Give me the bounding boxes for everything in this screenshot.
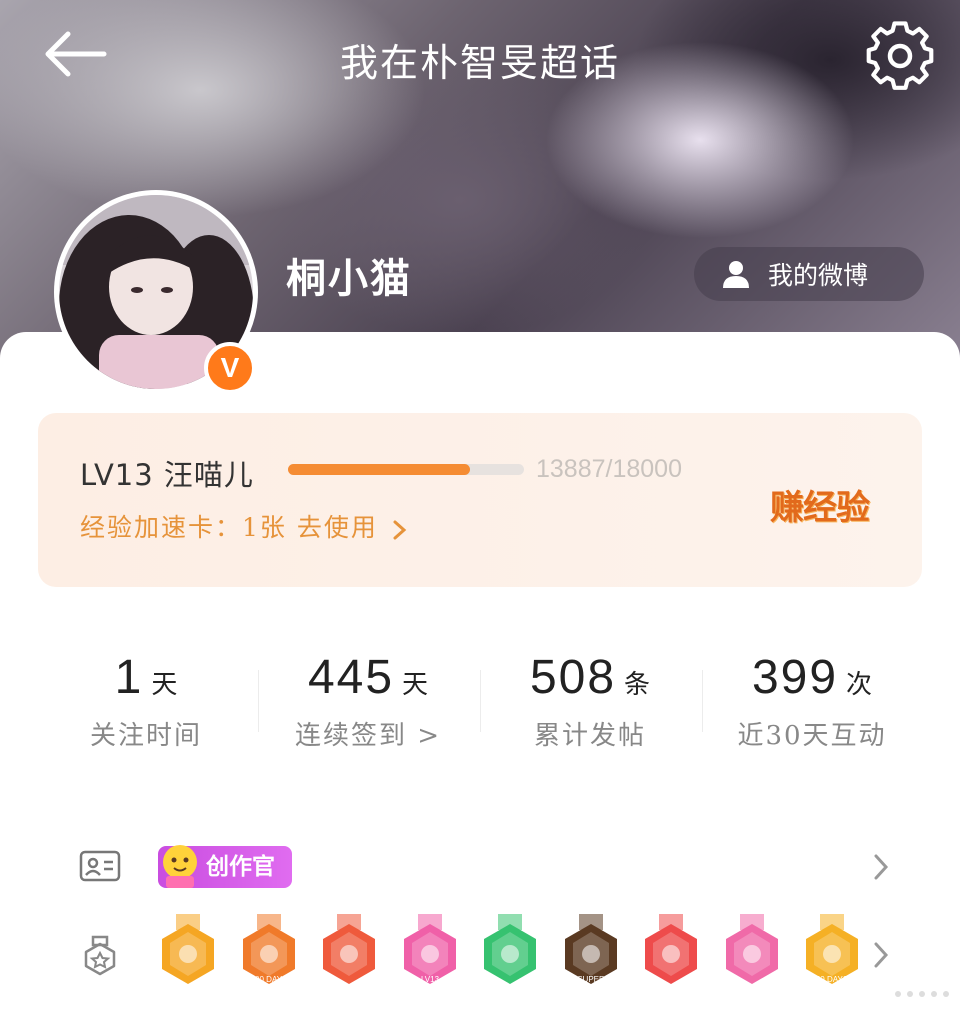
level-progress-fill <box>288 464 470 475</box>
medal-label: LV13 <box>420 975 439 984</box>
medal-label: 30 DAYS <box>816 975 848 984</box>
grad-cap-medal[interactable] <box>720 912 784 998</box>
person-icon <box>723 261 749 288</box>
super-medal[interactable]: SUPER <box>559 912 623 998</box>
my-weibo-label: 我的微博 <box>768 261 869 290</box>
chevron-right-icon[interactable] <box>870 940 892 970</box>
top-bar: 我在朴智旻超话 <box>0 0 960 110</box>
verified-badge: V <box>204 342 256 394</box>
stat-unit: 次 <box>846 670 873 700</box>
earn-experience-button[interactable]: 赚经验 <box>770 480 870 529</box>
stat-checkin-streak[interactable]: 445 天 连续签到 > <box>258 650 478 752</box>
boost-card-link[interactable]: 经验加速卡：1张 去使用 <box>80 508 408 544</box>
stat-label: 关注时间 <box>89 721 202 751</box>
my-weibo-button[interactable]: 我的微博 <box>694 247 924 301</box>
stat-unit: 条 <box>624 670 651 700</box>
stat-value: 399 <box>751 651 839 704</box>
stat-value: 1 <box>114 651 144 704</box>
mascot-medal[interactable] <box>317 912 381 998</box>
100-days-medal[interactable]: 100 DAYS <box>237 912 301 998</box>
medal-label: SUPER <box>577 975 605 984</box>
chevron-right-icon <box>393 520 407 540</box>
stat-total-posts: 508 条 累计发帖 <box>480 650 700 752</box>
crown-medal[interactable] <box>156 912 220 998</box>
level-progress-text: 13887/18000 <box>536 455 682 483</box>
page-title: 我在朴智旻超话 <box>339 41 620 85</box>
watermark-dots <box>895 991 949 997</box>
chevron-right-icon[interactable] <box>870 852 892 882</box>
gear-icon <box>866 21 934 90</box>
stat-value: 508 <box>529 651 617 704</box>
stat-value: 445 <box>307 651 395 704</box>
username: 桐小猫 <box>286 255 412 302</box>
stat-label: 连续签到 > <box>294 721 442 751</box>
stat-unit: 天 <box>151 670 178 700</box>
level-progress-bar <box>288 464 524 475</box>
settings-button[interactable] <box>862 20 938 92</box>
stat-unit: 天 <box>402 670 429 700</box>
trophy-medal[interactable] <box>639 912 703 998</box>
stat-interactions: 399 次 近30天互动 <box>702 650 922 752</box>
boost-card-text: 经验加速卡：1张 去使用 <box>80 513 378 542</box>
lv13-medal[interactable]: LV13 <box>398 912 462 998</box>
creator-mascot-icon <box>163 845 197 888</box>
30-days-medal[interactable]: 30 DAYS <box>800 912 864 998</box>
medal-icon <box>84 935 116 976</box>
stat-follow-time: 1天 关注时间 <box>36 650 256 752</box>
level-name: LV13 汪喵儿 <box>80 458 254 492</box>
stat-label: 累计发帖 <box>533 721 646 751</box>
hand-medal[interactable] <box>478 912 542 998</box>
stat-label: 近30天互动 <box>737 721 887 751</box>
medal-label: 100 DAYS <box>250 975 287 984</box>
id-card-icon <box>79 850 121 882</box>
